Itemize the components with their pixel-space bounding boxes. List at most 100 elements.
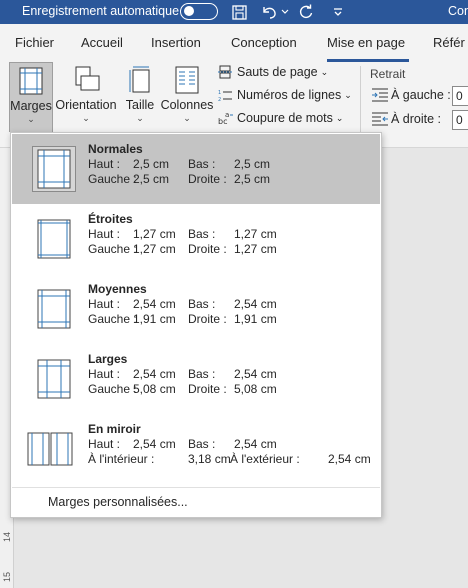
- margin-option-en-miroir[interactable]: En miroir Haut : 2,54 cm Bas : 2,54 cm À…: [12, 414, 380, 484]
- label-gauche: Gauche :: [88, 242, 137, 256]
- marges-label: Marges: [10, 99, 52, 113]
- page-break-icon: [218, 65, 234, 79]
- chevron-down-icon: ⌄: [27, 114, 35, 124]
- document-title: Con: [448, 4, 468, 18]
- label-haut: Haut :: [88, 157, 121, 171]
- chevron-down-icon: ⌄: [136, 113, 144, 123]
- label-bas: Bas :: [188, 157, 216, 171]
- coupure-mots-button[interactable]: bc a Coupure de mots ⌄: [218, 111, 343, 125]
- margin-option-normales[interactable]: Normales Haut : 2,5 cm Bas : 2,5 cm Gauc…: [12, 134, 380, 204]
- tab-insertion[interactable]: Insertion: [151, 35, 201, 50]
- value-droite: 2,5 cm: [234, 172, 271, 186]
- chevron-down-icon[interactable]: [280, 2, 290, 22]
- label-gauche: Gauche :: [88, 312, 137, 326]
- autosave-toggle[interactable]: [180, 3, 218, 20]
- orientation-button[interactable]: Orientation ⌄: [55, 62, 117, 124]
- svg-text:a: a: [225, 111, 229, 119]
- tab-accueil[interactable]: Accueil: [81, 35, 123, 50]
- margin-preview-icon: [32, 356, 76, 402]
- margins-icon: [19, 67, 43, 95]
- taille-label: Taille: [125, 98, 155, 112]
- autosave-label: Enregistrement automatique: [22, 4, 180, 18]
- option-title: Larges: [88, 352, 128, 366]
- chevron-down-icon: ⌄: [183, 113, 191, 123]
- mirror-margin-preview-icon: [26, 426, 74, 472]
- numeros-label: Numéros de lignes: [237, 88, 342, 102]
- margin-option-larges[interactable]: Larges Haut : 2,54 cm Bas : 2,54 cm Gauc…: [12, 344, 380, 414]
- undo-icon[interactable]: [258, 2, 280, 22]
- label-bas: Bas :: [188, 227, 216, 241]
- svg-text:1: 1: [218, 90, 221, 96]
- title-bar: Enregistrement automatique Con: [0, 0, 468, 24]
- tab-fichier[interactable]: Fichier: [15, 35, 54, 50]
- margin-option-etroites[interactable]: Étroites Haut : 1,27 cm Bas : 1,27 cm Ga…: [12, 204, 380, 274]
- value-bas: 1,27 cm: [234, 227, 277, 241]
- label-exterieur: À l'extérieur :: [230, 452, 300, 466]
- value-droite: 1,91 cm: [234, 312, 277, 326]
- value-bas: 2,54 cm: [234, 297, 277, 311]
- margins-dropdown: Normales Haut : 2,5 cm Bas : 2,5 cm Gauc…: [10, 132, 382, 518]
- value-gauche: 2,5 cm: [133, 172, 170, 186]
- tab-conception[interactable]: Conception: [231, 35, 297, 50]
- value-haut: 1,27 cm: [133, 227, 176, 241]
- label-haut: Haut :: [88, 227, 121, 241]
- label-gauche: Gauche :: [88, 382, 137, 396]
- value-droite: 1,27 cm: [234, 242, 277, 256]
- margin-option-moyennes[interactable]: Moyennes Haut : 2,54 cm Bas : 2,54 cm Ga…: [12, 274, 380, 344]
- value-droite: 5,08 cm: [234, 382, 277, 396]
- value-bas: 2,54 cm: [234, 367, 277, 381]
- colonnes-label: Colonnes: [160, 98, 214, 112]
- option-title: Normales: [88, 142, 143, 156]
- chevron-down-icon: ⌄: [320, 66, 329, 77]
- taille-button[interactable]: Taille ⌄: [122, 62, 158, 124]
- label-haut: Haut :: [88, 297, 121, 311]
- columns-icon: [175, 66, 199, 94]
- tab-references[interactable]: Référ: [433, 35, 465, 50]
- customize-icon[interactable]: [330, 2, 346, 22]
- value-bas: 2,54 cm: [234, 437, 277, 451]
- sauts-label: Sauts de page: [237, 65, 318, 79]
- label-gauche: Gauche :: [88, 172, 137, 186]
- ribbon-tabs: Fichier Accueil Insertion Conception Mis…: [0, 24, 468, 62]
- retrait-gauche-row: À gauche :: [372, 88, 451, 102]
- option-title: En miroir: [88, 422, 141, 436]
- margin-preview-icon: [32, 216, 76, 262]
- save-icon[interactable]: [229, 2, 249, 22]
- chevron-down-icon: ⌄: [344, 89, 352, 100]
- retrait-droite-row: À droite :: [372, 112, 441, 126]
- svg-text:2: 2: [218, 97, 221, 102]
- label-bas: Bas :: [188, 297, 216, 311]
- retrait-droite-input[interactable]: 0 c: [452, 110, 468, 130]
- margin-preview-icon: [32, 286, 76, 332]
- tab-mise-en-page[interactable]: Mise en page: [327, 35, 405, 50]
- custom-margins-item[interactable]: Marges personnalisées...: [48, 495, 188, 509]
- label-droite: Droite :: [188, 242, 227, 256]
- size-icon: [129, 66, 150, 93]
- value-haut: 2,54 cm: [133, 297, 176, 311]
- value-haut: 2,54 cm: [133, 367, 176, 381]
- ruler-mark-15: 15: [2, 571, 13, 583]
- colonnes-button[interactable]: Colonnes ⌄: [160, 62, 214, 124]
- toggle-knob: [184, 6, 194, 16]
- value-bas: 2,5 cm: [234, 157, 271, 171]
- option-title: Moyennes: [88, 282, 147, 296]
- redo-icon[interactable]: [296, 2, 316, 22]
- group-separator: [360, 66, 361, 136]
- sauts-de-page-button[interactable]: Sauts de page ⌄: [218, 65, 328, 79]
- value-haut: 2,5 cm: [133, 157, 170, 171]
- numeros-lignes-button[interactable]: 12 Numéros de lignes ⌄: [218, 88, 352, 102]
- label-droite: Droite :: [188, 312, 227, 326]
- value-gauche: 1,27 cm: [133, 242, 176, 256]
- orientation-icon: [75, 66, 100, 91]
- indent-right-icon: [372, 112, 388, 126]
- value-haut: 2,54 cm: [133, 437, 176, 451]
- label-haut: Haut :: [88, 437, 121, 451]
- label-interieur: À l'intérieur :: [88, 452, 155, 466]
- retrait-gauche-input[interactable]: 0 c: [452, 86, 468, 106]
- marges-button[interactable]: Marges ⌄: [9, 62, 53, 132]
- value-exterieur: 2,54 cm: [328, 452, 371, 466]
- margin-preview-icon: [32, 146, 76, 192]
- label-bas: Bas :: [188, 437, 216, 451]
- value-interieur: 3,18 cm: [188, 452, 231, 466]
- chevron-down-icon: ⌄: [82, 113, 90, 123]
